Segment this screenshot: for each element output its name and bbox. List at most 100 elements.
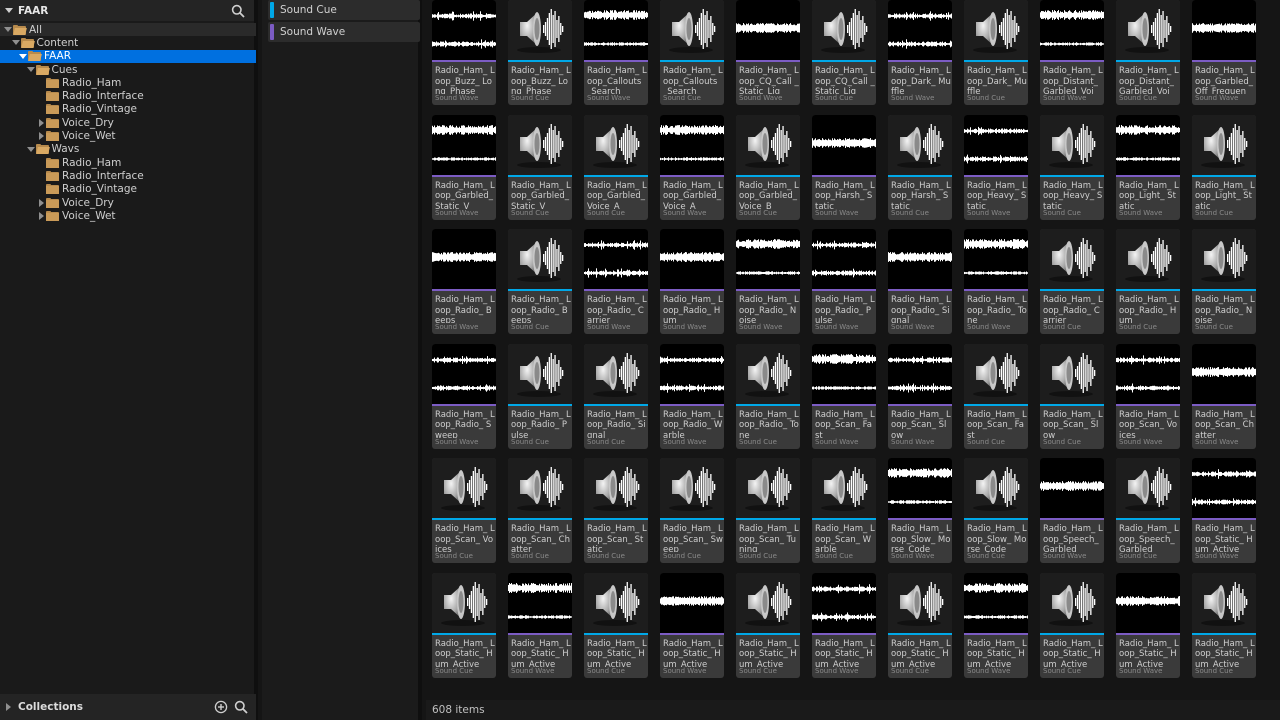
asset-tile[interactable]: Radio_Ham_ Loop_Harsh_ Static Sound Cue: [888, 114, 952, 220]
tree-item-voice-dry[interactable]: Voice_Dry: [0, 116, 256, 129]
collapse-arrow-icon[interactable]: [5, 8, 13, 13]
asset-tile[interactable]: Radio_Ham_ Loop_Scan_ Voices Sound Cue: [432, 458, 496, 563]
asset-tile[interactable]: Radio_Ham_ Loop_Static_ Hum_Active Sound …: [812, 572, 876, 678]
asset-tile[interactable]: Radio_Ham_ Loop_Scan_ Chatter Sound Cue: [508, 458, 572, 563]
asset-tile[interactable]: Radio_Ham_ Loop_Heavy_ Static Sound Cue: [1040, 114, 1104, 220]
asset-tile[interactable]: Radio_Ham_ Loop_Slow_ Morse_Code Sound Cu…: [964, 458, 1028, 563]
asset-tile[interactable]: Radio_Ham_ Loop_Static_ Hum_Active Sound …: [1040, 572, 1104, 678]
asset-tile[interactable]: Radio_Ham_ Loop_Static_ Hum_Active Sound …: [584, 572, 648, 678]
asset-tile[interactable]: Radio_Ham_ Loop_Scan_ Tuning Sound Cue: [736, 458, 800, 563]
asset-tile[interactable]: Radio_Ham_ Loop_Garbled_ Voice_A Sound Wa…: [660, 114, 724, 220]
asset-tile[interactable]: Radio_Ham_ Loop_Radio_ Signal Sound Cue: [584, 343, 648, 449]
asset-tile[interactable]: Radio_Ham_ Loop_Callouts _Search Sound Cu…: [660, 0, 724, 105]
asset-tile[interactable]: Radio_Ham_ Loop_Dark_ Muffle Sound Wave: [888, 0, 952, 105]
collections-bar[interactable]: Collections: [0, 694, 256, 720]
tree-item-radio-ham[interactable]: Radio_Ham: [0, 156, 256, 169]
sources-header[interactable]: FAAR: [0, 0, 254, 21]
asset-tile[interactable]: Radio_Ham_ Loop_Buzz_ Long_Phase Sound Wa…: [432, 0, 496, 105]
asset-tile[interactable]: Radio_Ham_ Loop_Static_ Hum_Active Sound …: [888, 572, 952, 678]
tree-item-voice-dry[interactable]: Voice_Dry: [0, 196, 256, 209]
collapsed-arrow-icon[interactable]: [36, 211, 46, 220]
asset-tile[interactable]: Radio_Ham_ Loop_Scan_ Static Sound Cue: [584, 458, 648, 563]
asset-tile[interactable]: Radio_Ham_ Loop_Static_ Hum_Active Sound …: [736, 572, 800, 678]
collapsed-arrow-icon[interactable]: [36, 198, 46, 207]
asset-tile[interactable]: Radio_Ham_ Loop_Heavy_ Static Sound Wave: [964, 114, 1028, 220]
asset-tile[interactable]: Radio_Ham_ Loop_Buzz_ Long_Phase Sound Cu…: [508, 0, 572, 105]
asset-tile[interactable]: Radio_Ham_ Loop_Speech_ Garbled Sound Wav…: [1040, 458, 1104, 563]
asset-tile[interactable]: Radio_Ham_ Loop_Static_ Hum_Active Sound …: [660, 572, 724, 678]
asset-tile[interactable]: Radio_Ham_ Loop_Callouts _Search Sound Wa…: [584, 0, 648, 105]
asset-tile[interactable]: Radio_Ham_ Loop_Garbled_ Static_V Sound W…: [432, 114, 496, 220]
asset-tile[interactable]: Radio_Ham_ Loop_Distant_ Garbled_Voi Soun…: [1040, 0, 1104, 105]
asset-tile[interactable]: Radio_Ham_ Loop_Light_ Static Sound Wave: [1116, 114, 1180, 220]
expanded-arrow-icon[interactable]: [26, 67, 36, 73]
asset-tile[interactable]: Radio_Ham_ Loop_Static_ Hum_Active Sound …: [964, 572, 1028, 678]
tree-item-radio-interface[interactable]: Radio_Interface: [0, 169, 256, 182]
asset-tile[interactable]: Radio_Ham_ Loop_Slow_ Morse_Code Sound Wa…: [888, 458, 952, 563]
tree-item-cues[interactable]: Cues: [0, 63, 256, 76]
tree-item-faar[interactable]: FAAR: [0, 49, 256, 63]
asset-tile[interactable]: Radio_Ham_ Loop_Radio_ Sweep Sound Wave: [432, 343, 496, 449]
asset-tile[interactable]: Radio_Ham_ Loop_Static_ Hum_Active Sound …: [1192, 572, 1256, 678]
asset-tile[interactable]: Radio_Ham_ Loop_Static_ Hum_Active Sound …: [508, 572, 572, 678]
asset-tile[interactable]: Radio_Ham_ Loop_Radio_ Beeps Sound Cue: [508, 229, 572, 334]
asset-tile[interactable]: Radio_Ham_ Loop_Garbled_ Off_Frequen Soun…: [1192, 0, 1256, 105]
asset-tile[interactable]: Radio_Ham_ Loop_CQ_Call _Static_Lig Sound…: [736, 0, 800, 105]
asset-tile[interactable]: Radio_Ham_ Loop_Radio_ Tone Sound Wave: [964, 229, 1028, 334]
asset-tile[interactable]: Radio_Ham_ Loop_Harsh_ Static Sound Wave: [812, 114, 876, 220]
asset-tile[interactable]: Radio_Ham_ Loop_Static_ Hum_Active Sound …: [432, 572, 496, 678]
expanded-arrow-icon[interactable]: [26, 146, 36, 152]
asset-tile[interactable]: Radio_Ham_ Loop_Radio_ Carrier Sound Wave: [584, 229, 648, 334]
search-button[interactable]: [227, 1, 249, 21]
asset-tile[interactable]: Radio_Ham_ Loop_Garbled_ Voice_B Sound Cu…: [736, 114, 800, 220]
expand-arrow-icon[interactable]: [6, 703, 11, 711]
collapsed-arrow-icon[interactable]: [36, 118, 46, 127]
asset-tile[interactable]: Radio_Ham_ Loop_Scan_ Sweep Sound Cue: [660, 458, 724, 563]
tree-item-radio-vintage[interactable]: Radio_Vintage: [0, 183, 256, 196]
asset-tile[interactable]: Radio_Ham_ Loop_CQ_Call _Static_Lig Sound…: [812, 0, 876, 105]
tree-item-content[interactable]: Content: [0, 36, 256, 49]
tree-item-radio-interface[interactable]: Radio_Interface: [0, 89, 256, 102]
tree-item-radio-vintage[interactable]: Radio_Vintage: [0, 103, 256, 116]
filter-sound-wave[interactable]: Sound Wave: [268, 22, 420, 42]
asset-tile[interactable]: Radio_Ham_ Loop_Distant_ Garbled_Voi Soun…: [1116, 0, 1180, 105]
add-collection-icon[interactable]: [214, 700, 228, 714]
expanded-arrow-icon[interactable]: [11, 40, 21, 46]
asset-tile[interactable]: Radio_Ham_ Loop_Dark_ Muffle Sound Cue: [964, 0, 1028, 105]
collapsed-arrow-icon[interactable]: [36, 132, 46, 141]
asset-tile[interactable]: Radio_Ham_ Loop_Light_ Static Sound Cue: [1192, 114, 1256, 220]
filter-sound-cue[interactable]: Sound Cue: [268, 0, 420, 20]
asset-tile[interactable]: Radio_Ham_ Loop_Radio_ Pulse Sound Cue: [508, 343, 572, 449]
asset-tile[interactable]: Radio_Ham_ Loop_Scan_ Slow Sound Cue: [1040, 343, 1104, 449]
sources-title-group[interactable]: FAAR: [5, 5, 48, 17]
asset-tile[interactable]: Radio_Ham_ Loop_Radio_ Signal Sound Wave: [888, 229, 952, 334]
asset-tile[interactable]: Radio_Ham_ Loop_Garbled_ Voice_A Sound Cu…: [584, 114, 648, 220]
asset-tile[interactable]: Radio_Ham_ Loop_Radio_ Beeps Sound Wave: [432, 229, 496, 334]
asset-tile[interactable]: Radio_Ham_ Loop_Scan_ Warble Sound Cue: [812, 458, 876, 563]
tree-item-voice-wet[interactable]: Voice_Wet: [0, 129, 256, 142]
asset-tile[interactable]: Radio_Ham_ Loop_Radio_ Noise Sound Wave: [736, 229, 800, 334]
asset-tile[interactable]: Radio_Ham_ Loop_Scan_ Fast Sound Cue: [964, 343, 1028, 449]
asset-tile[interactable]: Radio_Ham_ Loop_Scan_ Chatter Sound Wave: [1192, 343, 1256, 449]
asset-tile[interactable]: Radio_Ham_ Loop_Scan_ Slow Sound Wave: [888, 343, 952, 449]
tree-item-radio-ham[interactable]: Radio_Ham: [0, 76, 256, 89]
tree-item-all[interactable]: All: [0, 23, 256, 37]
asset-tile[interactable]: Radio_Ham_ Loop_Static_ Hum_Active Sound …: [1192, 458, 1256, 563]
expanded-arrow-icon[interactable]: [3, 27, 13, 33]
tree-item-wavs[interactable]: Wavs: [0, 143, 256, 156]
search-collections-icon[interactable]: [234, 700, 248, 714]
asset-tile[interactable]: Radio_Ham_ Loop_Radio_ Hum Sound Cue: [1116, 229, 1180, 334]
asset-tile[interactable]: Radio_Ham_ Loop_Radio_ Noise Sound Cue: [1192, 229, 1256, 334]
asset-tile[interactable]: Radio_Ham_ Loop_Static_ Hum_Active Sound …: [1116, 572, 1180, 678]
asset-tile[interactable]: Radio_Ham_ Loop_Radio_ Tone Sound Cue: [736, 343, 800, 449]
expanded-arrow-icon[interactable]: [18, 53, 28, 59]
collections-title-group[interactable]: Collections: [6, 701, 83, 713]
asset-tile[interactable]: Radio_Ham_ Loop_Radio_ Warble Sound Wave: [660, 343, 724, 449]
asset-tile[interactable]: Radio_Ham_ Loop_Radio_ Pulse Sound Wave: [812, 229, 876, 334]
asset-tile[interactable]: Radio_Ham_ Loop_Speech_ Garbled Sound Cue: [1116, 458, 1180, 563]
asset-tile[interactable]: Radio_Ham_ Loop_Scan_ Voices Sound Wave: [1116, 343, 1180, 449]
tree-item-voice-wet[interactable]: Voice_Wet: [0, 209, 256, 222]
asset-tile[interactable]: Radio_Ham_ Loop_Scan_ Fast Sound Wave: [812, 343, 876, 449]
asset-tile[interactable]: Radio_Ham_ Loop_Radio_ Hum Sound Wave: [660, 229, 724, 334]
asset-tile[interactable]: Radio_Ham_ Loop_Radio_ Carrier Sound Cue: [1040, 229, 1104, 334]
